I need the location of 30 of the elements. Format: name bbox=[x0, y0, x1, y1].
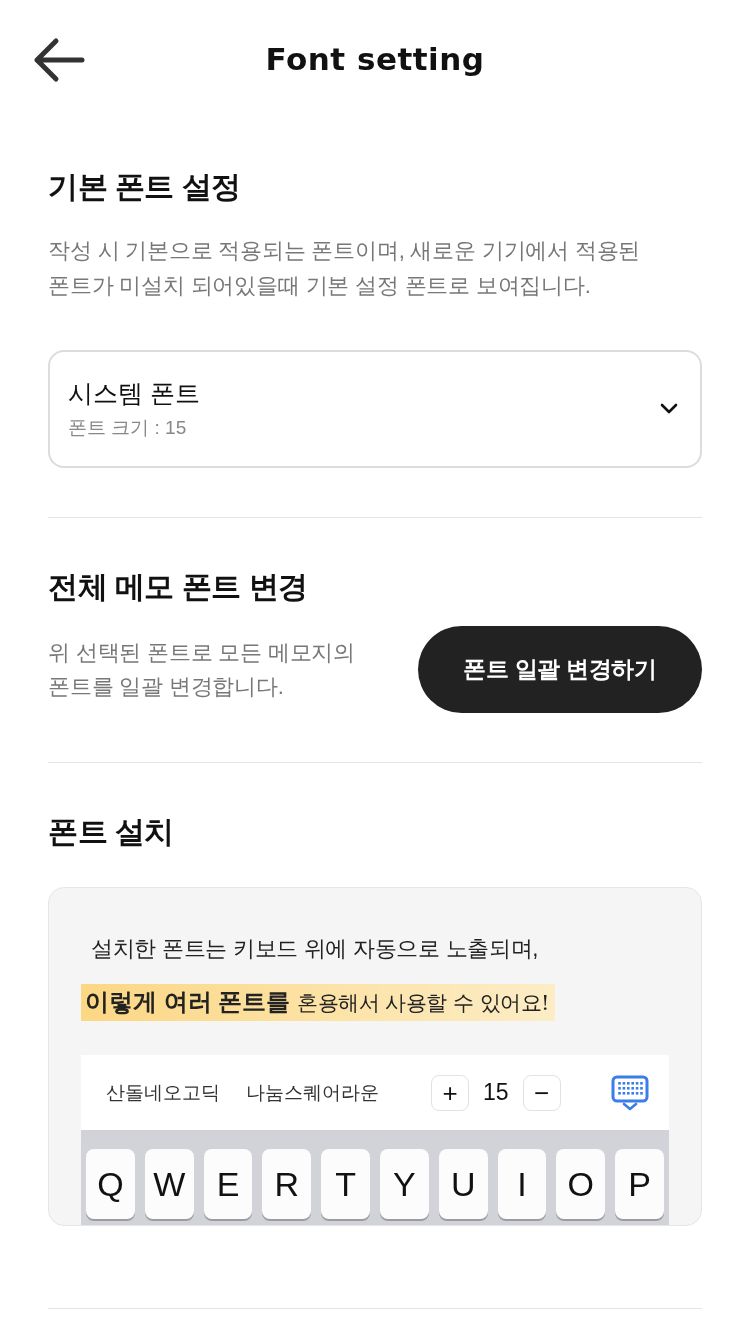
keyboard-key[interactable]: O bbox=[556, 1149, 606, 1219]
font-name[interactable]: 나눔스퀘어라운 bbox=[246, 1079, 379, 1106]
page-title: Font setting bbox=[265, 41, 485, 77]
dropdown-value: 시스템 폰트 bbox=[68, 378, 200, 409]
keyboard-icon[interactable] bbox=[611, 1074, 649, 1111]
keyboard-key[interactable]: I bbox=[497, 1149, 547, 1219]
keyboard-key[interactable]: E bbox=[203, 1149, 253, 1219]
font-name[interactable]: 산돌네오고딕 bbox=[106, 1079, 220, 1106]
change-all-button[interactable]: 폰트 일괄 변경하기 bbox=[418, 626, 702, 713]
increase-button[interactable]: + bbox=[431, 1074, 469, 1111]
section-title: 전체 메모 폰트 변경 bbox=[48, 569, 309, 605]
arrow-left-icon bbox=[32, 37, 86, 83]
keyboard-key[interactable]: Y bbox=[380, 1149, 429, 1219]
decrease-button[interactable]: − bbox=[522, 1074, 561, 1111]
chevron-down-icon bbox=[660, 403, 678, 415]
dropdown-detail: 폰트 크기 : 15 bbox=[68, 416, 187, 440]
font-size-value: 15 bbox=[483, 1079, 509, 1106]
section-title: 기본 폰트 설정 bbox=[48, 169, 242, 205]
keyboard-key[interactable]: P bbox=[615, 1149, 664, 1219]
highlighted-text: 이렇게 여러 폰트를 혼용해서 사용할 수 있어요! bbox=[81, 984, 555, 1021]
keyboard-key[interactable]: T bbox=[321, 1149, 370, 1219]
keyboard-key[interactable]: U bbox=[438, 1149, 488, 1219]
section-description: 작성 시 기본으로 적용되는 폰트이며, 새로운 기기에서 적용된 폰트가 미설치 되어있을때 기본 설정 폰트로 보여집니다. bbox=[48, 237, 642, 300]
font-dropdown[interactable]: 시스템 폰트 폰트 크기 : 15 bbox=[48, 350, 702, 468]
keyboard-key[interactable]: R bbox=[262, 1149, 312, 1219]
keyboard-key[interactable]: Q bbox=[86, 1149, 135, 1219]
section-description: 위 선택된 폰트로 모든 메모지의 폰트를 일괄 변경합니다. bbox=[48, 638, 357, 701]
keyboard-key[interactable]: W bbox=[144, 1149, 194, 1219]
section-title: 폰트 설치 bbox=[48, 814, 175, 850]
preview-caption: 설치한 폰트는 키보드 위에 자동으로 노출되며, bbox=[90, 935, 540, 963]
